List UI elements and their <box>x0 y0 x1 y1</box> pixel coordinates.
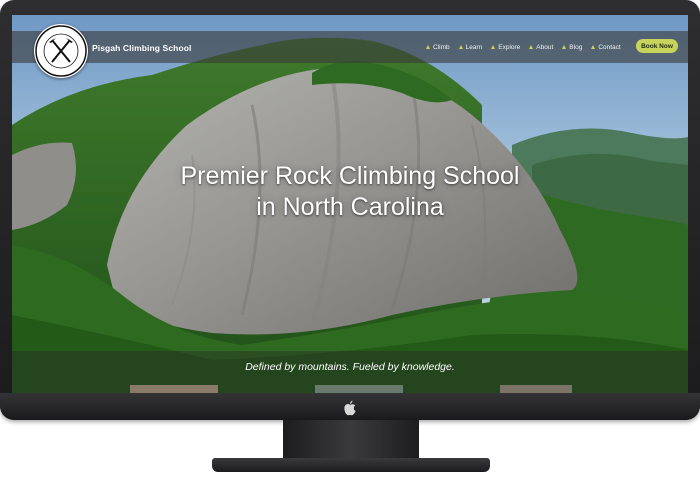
browser-viewport: Pisgah Climbing School Climb Learn Explo… <box>12 15 688 394</box>
nav-item-explore[interactable]: Explore <box>491 44 520 51</box>
nav-item-label: Climb <box>433 43 450 51</box>
brand-name[interactable]: Pisgah Climbing School <box>92 43 192 53</box>
monitor-stand-neck <box>283 420 419 460</box>
hero-title-line-2: in North Carolina <box>256 193 444 221</box>
nav-item-contact[interactable]: Contact <box>591 43 621 51</box>
triangle-icon <box>591 45 596 49</box>
apple-logo-icon <box>344 400 356 416</box>
nav-item-label: Contact <box>598 43 621 51</box>
triangle-icon <box>562 45 567 49</box>
monitor-bezel: Pisgah Climbing School Climb Learn Explo… <box>0 0 700 420</box>
nav-item-label: Learn <box>465 43 483 51</box>
nav-item-learn[interactable]: Learn <box>458 43 483 51</box>
hero-title-line-1: Premier Rock Climbing School <box>180 162 520 190</box>
triangle-icon <box>491 45 496 49</box>
book-now-button[interactable]: Book Now <box>636 39 678 53</box>
monitor-stand-base <box>212 458 490 472</box>
nav-item-blog[interactable]: Blog <box>562 44 582 51</box>
nav-item-about[interactable]: About <box>529 44 553 51</box>
nav-item-climb[interactable]: Climb <box>426 44 450 51</box>
nav-item-label: Blog <box>569 43 583 51</box>
site-logo[interactable] <box>34 24 88 78</box>
main-nav: Climb Learn Explore About Blog Contact <box>426 39 630 55</box>
hero-tagline: Defined by mountains. Fueled by knowledg… <box>245 361 455 373</box>
hero-title: Premier Rock Climbing School in North Ca… <box>112 161 588 223</box>
triangle-icon <box>529 45 534 49</box>
triangle-icon <box>458 45 463 49</box>
nav-item-label: About <box>536 43 554 51</box>
crossed-ice-axes-icon <box>35 25 87 77</box>
triangle-icon <box>426 45 430 49</box>
nav-item-label: Explore <box>498 43 521 51</box>
